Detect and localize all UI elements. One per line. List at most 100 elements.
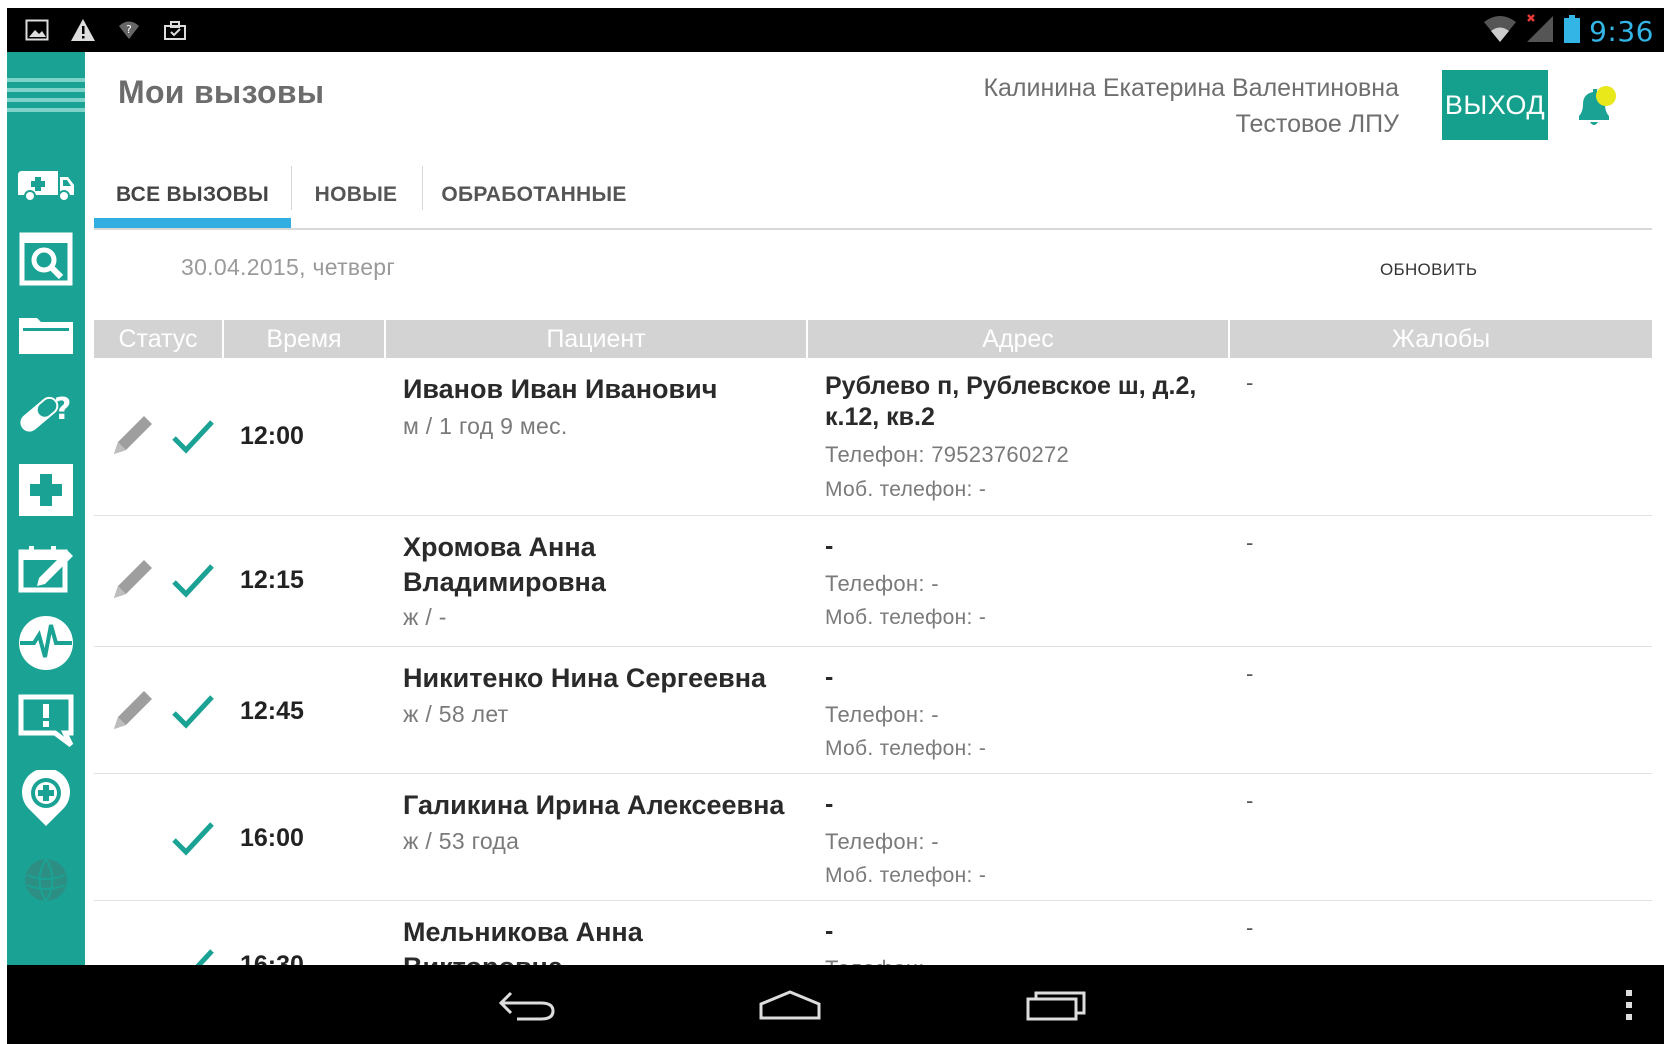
tab-divider xyxy=(422,166,423,210)
status-bar-notifications: ? xyxy=(23,16,189,44)
globe-icon xyxy=(25,858,67,902)
bell-icon xyxy=(1579,86,1616,125)
call-time: 16:00 xyxy=(240,824,304,852)
tab-processed[interactable]: ОБРАБОТАННЫЕ xyxy=(424,160,644,230)
recent-apps-button[interactable] xyxy=(1023,981,1089,1029)
tab-bar-divider xyxy=(94,228,1652,230)
tab-new[interactable]: НОВЫЕ xyxy=(292,160,420,230)
folder-icon xyxy=(19,318,73,354)
mobile-phone: Моб. телефон: - xyxy=(825,737,987,760)
table-row[interactable]: 16:00 Галикина Ирина Алексеевна ж / 53 г… xyxy=(94,774,1652,901)
notifications-button[interactable] xyxy=(1573,84,1619,130)
sidebar-item-monitoring[interactable] xyxy=(7,614,85,672)
mobile-phone: Моб. телефон: - xyxy=(825,864,987,887)
refresh-button[interactable]: ОБНОВИТЬ xyxy=(1380,260,1477,280)
sidebar-item-calls[interactable] xyxy=(7,160,85,208)
location-plus-icon xyxy=(22,770,70,826)
complaint: - xyxy=(1246,661,1254,686)
sidebar-item-medications[interactable]: ? xyxy=(7,382,85,440)
table-row[interactable]: 12:15 Хромова Анна Владимировна ж / - - … xyxy=(94,516,1652,647)
search-icon xyxy=(19,232,73,286)
screen-frame-left xyxy=(0,0,7,1044)
phone: Телефон: - xyxy=(825,571,939,596)
patient-info: ж / - xyxy=(403,604,447,630)
column-header-status: Статус xyxy=(94,320,224,358)
status-bar: ? 9:36 xyxy=(7,8,1664,52)
column-header-complaints: Жалобы xyxy=(1391,324,1491,353)
home-icon xyxy=(759,990,821,1020)
sidebar-item-alerts[interactable] xyxy=(7,690,85,752)
sidebar-item-edit-calendar[interactable] xyxy=(7,540,85,598)
patient-name: Никитенко Нина Сергеевна xyxy=(403,663,767,693)
column-header-patient: Пациент xyxy=(386,320,808,358)
sidebar-item-locations[interactable] xyxy=(7,768,85,830)
user-name: Калинина Екатерина Валентиновна xyxy=(983,74,1399,102)
patient-name: Галикина Ирина Алексеевна xyxy=(403,790,785,820)
sidebar-menu-button[interactable] xyxy=(7,74,85,122)
confirm-button[interactable] xyxy=(170,691,216,731)
status-clock: 9:36 xyxy=(1589,15,1654,48)
status-bar-system: 9:36 xyxy=(1483,14,1654,49)
confirm-button[interactable] xyxy=(170,945,216,965)
svg-text:?: ? xyxy=(54,392,71,427)
sidebar-item-folder[interactable] xyxy=(7,310,85,360)
wifi-icon xyxy=(1483,14,1517,49)
table-row[interactable]: 12:45 Никитенко Нина Сергеевна ж / 58 ле… xyxy=(94,647,1652,774)
call-time: 12:15 xyxy=(240,566,304,594)
complaint: - xyxy=(1246,370,1254,395)
complaint: - xyxy=(1246,788,1254,813)
heartbeat-icon xyxy=(19,616,73,670)
confirm-button[interactable] xyxy=(170,560,216,600)
complaint: - xyxy=(1246,530,1254,555)
exit-button[interactable]: ВЫХОД xyxy=(1442,70,1548,140)
address: - xyxy=(825,663,834,691)
checkmark-icon xyxy=(172,695,214,729)
table-row[interactable]: 16:30 Мельникова Анна Викторовна - Телеф… xyxy=(94,901,1652,965)
svg-text:?: ? xyxy=(126,23,132,36)
address: - xyxy=(825,532,834,560)
battery-icon xyxy=(1563,14,1581,49)
edit-button[interactable] xyxy=(110,687,156,733)
page-title: Мои вызовы xyxy=(118,74,325,110)
overflow-menu-button[interactable] xyxy=(1615,981,1643,1029)
warning-icon xyxy=(69,16,97,44)
patient-name: Мельникова Анна Викторовна xyxy=(403,917,643,965)
address: - xyxy=(825,790,834,818)
complaint: - xyxy=(1246,915,1254,940)
overflow-menu-icon xyxy=(1626,990,1632,1020)
briefcase-icon xyxy=(161,16,189,44)
column-header-address: Адрес xyxy=(808,320,1230,358)
navigation-bar xyxy=(7,965,1664,1044)
pencil-icon xyxy=(114,416,152,454)
checkmark-icon xyxy=(195,949,214,965)
patient-info: ж / 53 года xyxy=(403,828,520,854)
medical-cross-icon xyxy=(19,464,73,516)
back-button[interactable] xyxy=(495,981,559,1029)
patient-name: Иванов Иван Иванович xyxy=(403,374,718,404)
sidebar: ? xyxy=(7,52,85,965)
pencil-icon xyxy=(114,691,152,729)
sidebar-item-globe[interactable] xyxy=(7,852,85,908)
recent-apps-icon xyxy=(1026,991,1086,1021)
checkmark-icon xyxy=(172,822,214,856)
edit-button[interactable] xyxy=(110,556,156,602)
table-row[interactable]: 12:00 Иванов Иван Иванович м / 1 год 9 м… xyxy=(94,358,1652,516)
mobile-phone: Моб. телефон: - xyxy=(825,478,987,501)
confirm-button[interactable] xyxy=(170,818,216,858)
confirm-button[interactable] xyxy=(170,416,216,456)
patient-info: м / 1 год 9 мес. xyxy=(403,413,568,439)
phone: Телефон: - xyxy=(825,702,939,727)
sidebar-item-medical[interactable] xyxy=(7,462,85,518)
pill-question-icon: ? xyxy=(20,392,71,432)
sidebar-item-search[interactable] xyxy=(7,230,85,288)
call-time: 16:30 xyxy=(240,951,304,965)
date-label: 30.04.2015, четверг xyxy=(181,254,396,280)
signal-icon xyxy=(1525,14,1555,49)
pencil-icon xyxy=(114,560,152,598)
call-time: 12:45 xyxy=(240,697,304,725)
column-header-time: Время xyxy=(224,320,386,358)
home-button[interactable] xyxy=(757,981,823,1029)
checkmark-icon xyxy=(172,564,214,598)
edit-button[interactable] xyxy=(110,412,156,458)
tab-bar: ВСЕ ВЫЗОВЫ НОВЫЕ ОБРАБОТАННЫЕ xyxy=(94,160,1652,230)
